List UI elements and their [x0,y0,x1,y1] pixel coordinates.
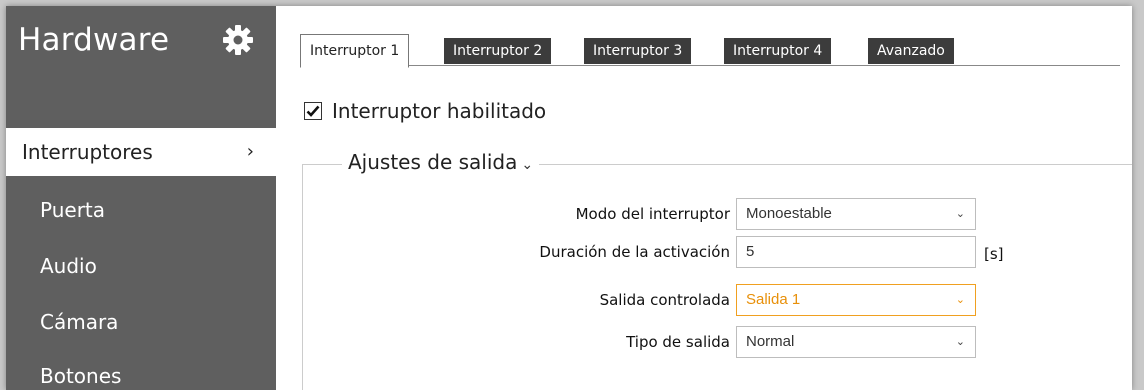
tab-interruptor-2[interactable]: Interruptor 2 [444,38,552,64]
tab-bar: Interruptor 1 Interruptor 2 Interruptor … [300,34,1120,68]
output-type-value: Normal [746,333,795,350]
switch-mode-label: Modo del interruptor [575,205,730,223]
tab-underline [300,65,1120,66]
tab-avanzado[interactable]: Avanzado [868,38,954,64]
chevron-down-icon: ⌄ [955,294,965,306]
tab-interruptor-1[interactable]: Interruptor 1 [300,34,410,68]
activation-duration-value: 5 [746,243,755,260]
checkmark-icon [306,105,320,117]
sidebar-item-label: Audio [40,254,97,278]
form-row-output-type: Tipo de salida Normal ⌄ [276,326,1132,358]
output-type-label: Tipo de salida [626,333,730,351]
sidebar-item-puerta[interactable]: Puerta [6,186,276,234]
sidebar-item-label: Interruptores [22,140,153,164]
sidebar-item-label: Cámara [40,310,119,334]
form-row-mode: Modo del interruptor Monoestable ⌄ [276,198,1132,230]
sidebar-item-audio[interactable]: Audio [6,242,276,290]
tab-interruptor-4[interactable]: Interruptor 4 [724,38,832,64]
output-settings-title[interactable]: Ajustes de salida ⌄ [342,150,540,174]
enable-switch-row: Interruptor habilitado [304,98,546,124]
chevron-right-icon: › [246,141,254,162]
enable-switch-checkbox[interactable] [304,102,322,120]
controlled-output-select[interactable]: Salida 1 ⌄ [736,284,976,316]
sidebar-item-camara[interactable]: Cámara [6,298,276,346]
main-content: Interruptor 1 Interruptor 2 Interruptor … [276,6,1132,390]
form-row-duration: Duración de la activación 5 [s] [276,236,1132,268]
gear-icon[interactable] [222,24,254,56]
sidebar-item-label: Botones [40,364,122,388]
form-row-output: Salida controlada Salida 1 ⌄ [276,284,1132,316]
tab-interruptor-3[interactable]: Interruptor 3 [584,38,692,64]
chevron-down-icon: ⌄ [521,157,534,173]
controlled-output-value: Salida 1 [746,291,801,308]
chevron-down-icon: ⌄ [955,208,965,220]
controlled-output-label: Salida controlada [599,291,730,309]
window: Hardware Interruptores › Puerta Audio Cá… [6,6,1132,390]
enable-switch-label: Interruptor habilitado [332,99,547,123]
activation-duration-input[interactable]: 5 [736,236,976,268]
activation-duration-label: Duración de la activación [539,243,730,261]
sidebar-item-botones[interactable]: Botones [6,352,276,390]
output-type-select[interactable]: Normal ⌄ [736,326,976,358]
sidebar-item-interruptores[interactable]: Interruptores › [6,128,276,176]
sidebar: Hardware Interruptores › Puerta Audio Cá… [6,6,276,390]
switch-mode-value: Monoestable [746,205,832,222]
sidebar-item-label: Puerta [40,198,106,222]
sidebar-title: Hardware [18,22,170,58]
section-title: Ajustes de salida [348,150,518,174]
chevron-down-icon: ⌄ [955,336,965,348]
duration-unit: [s] [984,245,1004,263]
switch-mode-select[interactable]: Monoestable ⌄ [736,198,976,230]
